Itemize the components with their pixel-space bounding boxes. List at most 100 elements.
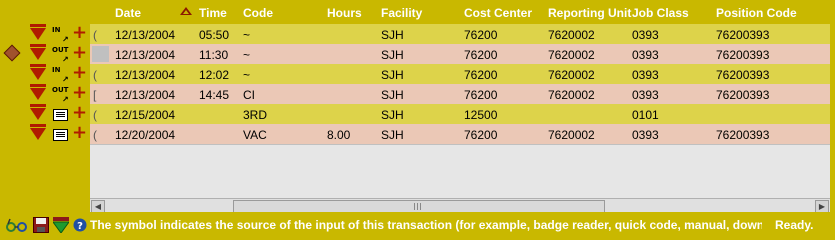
cell-hours: 8.00 <box>327 128 351 142</box>
header-cost-center[interactable]: Cost Center <box>464 6 532 20</box>
cell-time: 14:45 <box>199 88 230 102</box>
cell-facility: SJH <box>381 108 404 122</box>
row-tools-column: IN ↗ + OUT ↗ + IN ↗ + OUT ↗ + + + <box>0 0 90 212</box>
row-selector[interactable] <box>92 46 109 62</box>
cell-reporting-unit: 7620002 <box>548 128 595 142</box>
add-row-icon[interactable]: + <box>72 44 87 62</box>
cell-date: 12/13/2004 <box>115 88 176 102</box>
grid-header: Date Time Code Hours Facility Cost Cente… <box>90 0 830 24</box>
header-hours[interactable]: Hours <box>327 6 362 20</box>
cell-position-code: 76200393 <box>716 88 770 102</box>
source-label: IN <box>52 26 61 34</box>
cell-facility: SJH <box>381 88 404 102</box>
save-icon[interactable] <box>33 217 49 233</box>
svg-text:?: ? <box>77 221 83 232</box>
table-row[interactable]: (12/13/2004 12:02 ~ SJH 76200 7620002 0393 7620… <box>90 64 830 85</box>
cell-date: 12/13/2004 <box>115 68 176 82</box>
glasses-icon[interactable] <box>6 217 28 233</box>
cell-position-code: 76200393 <box>716 28 770 42</box>
in-punch-icon: IN ↗ <box>52 66 69 84</box>
cell-cost-center: 76200 <box>464 68 498 82</box>
keyboard-icon <box>52 106 70 122</box>
cell-position-code: 76200393 <box>716 68 770 82</box>
header-date[interactable]: Date <box>115 6 141 20</box>
cell-time: 11:30 <box>199 48 229 62</box>
cell-facility: SJH <box>381 128 404 142</box>
cell-code: VAC <box>243 128 267 142</box>
timecard-panel: IN ↗ + OUT ↗ + IN ↗ + OUT ↗ + + + Date Time Code Hour… <box>0 0 835 239</box>
cell-facility: SJH <box>381 28 404 42</box>
cell-time: 12:02 <box>199 68 230 82</box>
status-bar: ? The symbol indicates the source of the… <box>0 212 835 239</box>
cell-date: 12/13/2004 <box>115 48 176 62</box>
table-row[interactable]: [12/13/2004 14:45 CI SJH 76200 7620002 0393 762… <box>90 84 830 105</box>
cell-cost-center: 12500 <box>464 108 498 122</box>
cell-facility: SJH <box>381 68 404 82</box>
source-label: OUT <box>52 86 69 94</box>
delete-row-icon[interactable] <box>30 84 46 100</box>
cell-reporting-unit: 7620002 <box>548 68 595 82</box>
row-tools: IN ↗ + <box>0 64 90 84</box>
table-row[interactable]: (12/13/2004 05:50 ~ SJH 76200 7620002 0393 7620… <box>90 24 830 45</box>
row-tools: + <box>0 124 90 144</box>
row-prefix: ( <box>93 28 97 42</box>
add-row-icon[interactable]: + <box>72 124 87 142</box>
out-punch-icon: OUT ↗ <box>52 46 69 64</box>
horizontal-scrollbar[interactable]: ◀ ▶ <box>90 198 830 213</box>
cell-date: 12/15/2004 <box>115 108 176 122</box>
delete-row-icon[interactable] <box>30 124 46 140</box>
green-down-arrow-icon[interactable] <box>53 217 69 233</box>
row-prefix: ( <box>93 128 97 142</box>
row-tools: OUT ↗ + <box>0 84 90 104</box>
cell-cost-center: 76200 <box>464 128 498 142</box>
cell-cost-center: 76200 <box>464 28 498 42</box>
cell-job-class: 0393 <box>632 68 659 82</box>
header-code[interactable]: Code <box>243 6 273 20</box>
cell-reporting-unit: 7620002 <box>548 48 595 62</box>
table-row[interactable]: 12/13/2004 11:30 ~ SJH 76200 7620002 0393 76200… <box>90 44 830 65</box>
transactions-grid: Date Time Code Hours Facility Cost Cente… <box>90 0 830 198</box>
cell-reporting-unit: 7620002 <box>548 88 595 102</box>
out-punch-icon: OUT ↗ <box>52 86 69 104</box>
cell-job-class: 0393 <box>632 28 659 42</box>
delete-row-icon[interactable] <box>30 24 46 40</box>
cell-job-class: 0101 <box>632 108 659 122</box>
cell-cost-center: 76200 <box>464 88 498 102</box>
delete-row-icon[interactable] <box>30 44 46 60</box>
delete-row-icon[interactable] <box>30 104 46 120</box>
in-punch-icon: IN ↗ <box>52 26 69 44</box>
header-job-class[interactable]: Job Class <box>632 6 689 20</box>
row-tools: OUT ↗ + <box>0 44 90 64</box>
current-row-arrow-icon <box>3 44 21 62</box>
add-row-icon[interactable]: + <box>72 24 87 42</box>
row-prefix: ( <box>93 108 97 122</box>
delete-row-icon[interactable] <box>30 64 46 80</box>
cell-position-code: 76200393 <box>716 48 770 62</box>
header-position-code[interactable]: Position Code <box>716 6 797 20</box>
sort-ascending-icon[interactable] <box>180 7 192 15</box>
status-message: The symbol indicates the source of the i… <box>90 218 762 232</box>
add-row-icon[interactable]: + <box>72 64 87 82</box>
add-row-icon[interactable]: + <box>72 84 87 102</box>
cell-cost-center: 76200 <box>464 48 498 62</box>
cell-code: ~ <box>243 28 251 42</box>
source-label: OUT <box>52 46 69 54</box>
cell-job-class: 0393 <box>632 48 659 62</box>
header-time[interactable]: Time <box>199 6 227 20</box>
add-row-icon[interactable]: + <box>72 104 87 122</box>
cell-date: 12/13/2004 <box>115 28 176 42</box>
source-label: IN <box>52 66 61 74</box>
cell-facility: SJH <box>381 48 404 62</box>
cell-code: 3RD <box>243 108 268 122</box>
header-facility[interactable]: Facility <box>381 6 422 20</box>
row-prefix: ( <box>93 68 97 82</box>
help-icon[interactable]: ? <box>73 217 87 233</box>
row-tools: IN ↗ + <box>0 24 90 44</box>
cell-job-class: 0393 <box>632 88 659 102</box>
cell-job-class: 0393 <box>632 128 659 142</box>
table-row[interactable]: (12/15/2004 3RD SJH 12500 0101 <box>90 104 830 125</box>
header-reporting-unit[interactable]: Reporting Unit <box>548 6 631 20</box>
row-tools: + <box>0 104 90 124</box>
cell-date: 12/20/2004 <box>115 128 176 142</box>
table-row[interactable]: (12/20/2004 VAC 8.00 SJH 76200 7620002 0393 762… <box>90 124 830 145</box>
